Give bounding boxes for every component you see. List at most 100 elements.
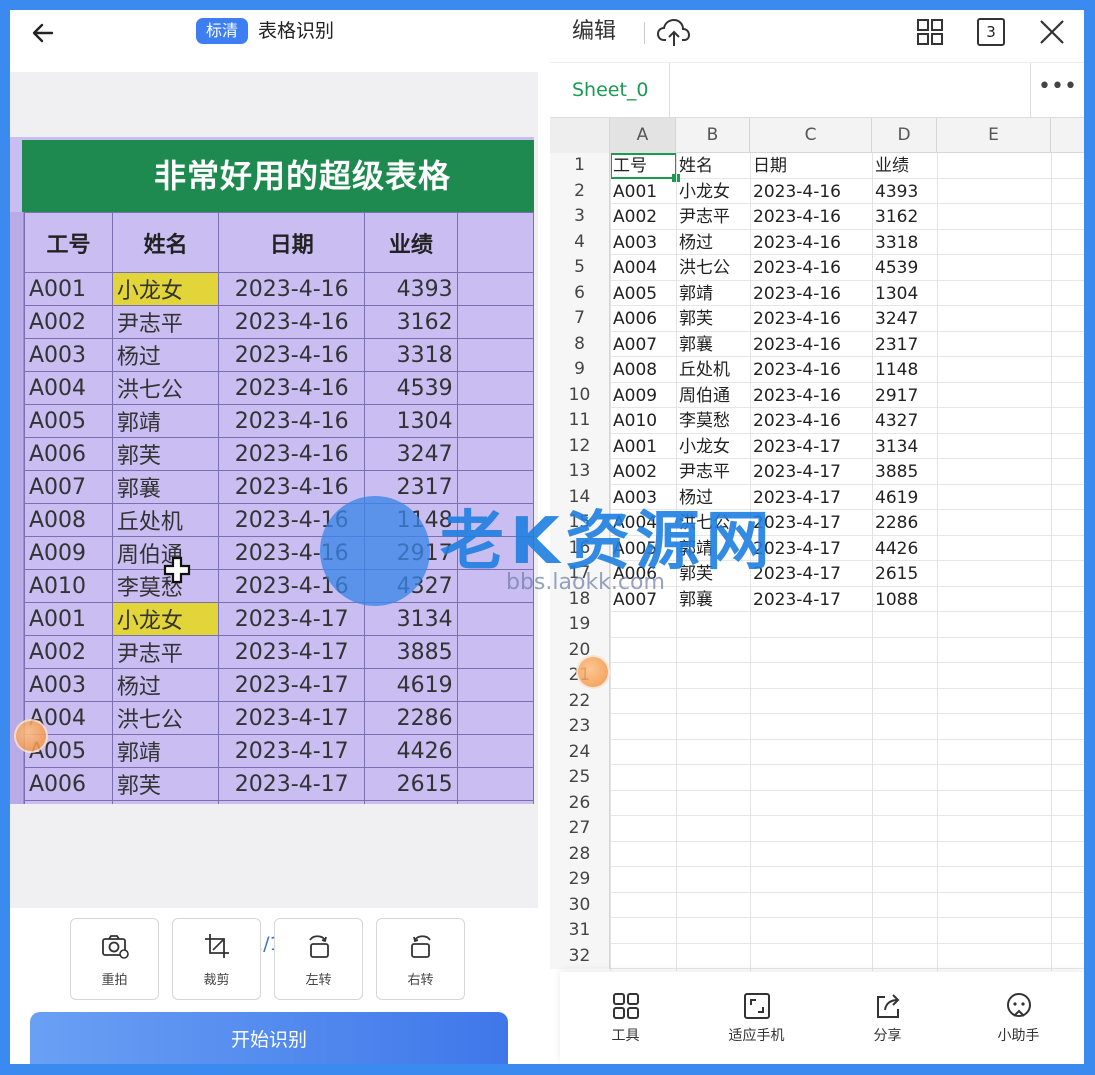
tab-sheet-0[interactable]: Sheet_0 — [550, 63, 670, 118]
sheet-cell[interactable]: 姓名 — [677, 153, 750, 179]
row-number[interactable]: 1 — [550, 153, 610, 179]
sheet-cell[interactable]: 3162 — [873, 204, 937, 230]
sheet-cell[interactable]: 2023-4-16 — [751, 204, 872, 230]
sheet-cell[interactable]: 尹志平 — [677, 204, 750, 230]
row-number[interactable]: 28 — [550, 841, 610, 867]
sheet-cell[interactable]: 2615 — [873, 561, 937, 587]
sheet-cell[interactable]: A010 — [611, 408, 676, 434]
sheet-cell[interactable]: A004 — [611, 510, 676, 536]
sheet-cell[interactable]: 小龙女 — [677, 434, 750, 460]
row-number[interactable]: 16 — [550, 535, 610, 561]
row-number[interactable]: 15 — [550, 510, 610, 536]
column-header-e[interactable]: E — [937, 118, 1051, 153]
sheet-cell[interactable]: 2023-4-16 — [751, 383, 872, 409]
sheet-cell[interactable]: 3134 — [873, 434, 937, 460]
row-number[interactable]: 27 — [550, 816, 610, 842]
rotate-right-button[interactable]: 右转 — [376, 918, 465, 1000]
sheet-cell[interactable]: 尹志平 — [677, 459, 750, 485]
sheet-cell[interactable]: A005 — [611, 281, 676, 307]
column-header-b[interactable]: B — [676, 118, 750, 153]
sheet-cell[interactable]: 2023-4-16 — [751, 332, 872, 358]
sheet-cell[interactable]: 4327 — [873, 408, 937, 434]
row-number[interactable]: 9 — [550, 357, 610, 383]
row-number[interactable]: 5 — [550, 255, 610, 281]
sheet-cell[interactable]: 丘处机 — [677, 357, 750, 383]
sheet-cell[interactable]: 2023-4-16 — [751, 230, 872, 256]
assistant-orb-icon[interactable] — [576, 655, 610, 689]
close-icon[interactable] — [1038, 18, 1066, 46]
start-recognition-button[interactable]: 开始识别 — [30, 1012, 508, 1064]
row-number[interactable]: 4 — [550, 229, 610, 255]
sheet-cell[interactable]: 郭襄 — [677, 332, 750, 358]
sheet-cell[interactable]: 2286 — [873, 510, 937, 536]
sheet-cell[interactable]: 工号 — [611, 153, 676, 179]
sheet-cell[interactable]: 4426 — [873, 536, 937, 562]
row-number[interactable]: 31 — [550, 918, 610, 944]
sheet-cell[interactable]: 3885 — [873, 459, 937, 485]
sheet-cell[interactable]: A002 — [611, 459, 676, 485]
sheet-cell[interactable]: 3247 — [873, 306, 937, 332]
sheet-cell[interactable]: 小龙女 — [677, 179, 750, 205]
sheet-cell[interactable]: 日期 — [751, 153, 872, 179]
sheet-cell[interactable]: 业绩 — [873, 153, 937, 179]
row-number[interactable]: 17 — [550, 561, 610, 587]
sheet-cell[interactable]: 4393 — [873, 179, 937, 205]
row-number[interactable]: 18 — [550, 586, 610, 612]
row-number[interactable]: 26 — [550, 790, 610, 816]
cloud-upload-icon[interactable] — [656, 16, 692, 50]
column-header-c[interactable]: C — [750, 118, 872, 153]
row-number[interactable]: 24 — [550, 739, 610, 765]
quality-badge[interactable]: 标清 — [196, 18, 249, 44]
sheet-cell[interactable]: 2023-4-17 — [751, 536, 872, 562]
tools-button[interactable]: 工具 — [571, 991, 681, 1045]
sheet-cell[interactable]: 郭芙 — [677, 306, 750, 332]
sheet-cell[interactable]: 1304 — [873, 281, 937, 307]
sheet-cell[interactable]: A004 — [611, 255, 676, 281]
sheet-cell[interactable]: 郭襄 — [677, 587, 750, 613]
sheet-cell[interactable]: A002 — [611, 204, 676, 230]
sheet-cell[interactable]: 2023-4-16 — [751, 281, 872, 307]
row-number[interactable]: 7 — [550, 306, 610, 332]
sheet-cell[interactable]: 郭靖 — [677, 281, 750, 307]
sheet-cell[interactable]: 杨过 — [677, 485, 750, 511]
crop-button[interactable]: 裁剪 — [172, 918, 261, 1000]
sheet-cell[interactable]: 2023-4-17 — [751, 510, 872, 536]
back-button[interactable] — [28, 18, 58, 48]
sheet-cell[interactable]: A001 — [611, 179, 676, 205]
sheet-cell[interactable]: 郭靖 — [677, 536, 750, 562]
sheet-cell[interactable]: 3318 — [873, 230, 937, 256]
floating-orb-icon[interactable] — [14, 719, 48, 753]
sheet-cell[interactable]: 洪七公 — [677, 255, 750, 281]
row-number[interactable]: 11 — [550, 408, 610, 434]
row-number[interactable]: 30 — [550, 892, 610, 918]
retake-button[interactable]: 重拍 — [70, 918, 159, 1000]
sheet-cell[interactable]: 2023-4-17 — [751, 587, 872, 613]
sheet-cell[interactable]: 2023-4-16 — [751, 255, 872, 281]
sheet-cell[interactable]: 杨过 — [677, 230, 750, 256]
row-number[interactable]: 13 — [550, 459, 610, 485]
sheet-cell[interactable]: 郭芙 — [677, 561, 750, 587]
row-number[interactable]: 29 — [550, 867, 610, 893]
fit-phone-button[interactable]: 适应手机 — [702, 991, 812, 1045]
sheet-cell[interactable]: A006 — [611, 306, 676, 332]
row-number[interactable]: 8 — [550, 331, 610, 357]
sheet-cell[interactable]: 周伯通 — [677, 383, 750, 409]
sheet-cell[interactable]: 4539 — [873, 255, 937, 281]
sheet-cell[interactable]: 2023-4-16 — [751, 179, 872, 205]
sheet-cell[interactable]: A007 — [611, 587, 676, 613]
sheet-cell[interactable]: 2917 — [873, 383, 937, 409]
sheet-cell[interactable]: A006 — [611, 561, 676, 587]
select-all-corner[interactable] — [550, 118, 610, 153]
column-header-a[interactable]: A — [610, 118, 676, 153]
sheet-cell[interactable]: A003 — [611, 485, 676, 511]
sheet-cell[interactable]: A001 — [611, 434, 676, 460]
sheet-cell[interactable]: 2023-4-16 — [751, 306, 872, 332]
sheet-cell[interactable]: 2023-4-17 — [751, 434, 872, 460]
sheet-cell[interactable]: 2023-4-16 — [751, 408, 872, 434]
row-number[interactable]: 23 — [550, 714, 610, 740]
sheet-cell[interactable]: 2023-4-17 — [751, 485, 872, 511]
row-number[interactable]: 19 — [550, 612, 610, 638]
sheet-cell[interactable]: 2023-4-16 — [751, 357, 872, 383]
row-number[interactable]: 14 — [550, 484, 610, 510]
sheet-cell[interactable]: 洪七公 — [677, 510, 750, 536]
